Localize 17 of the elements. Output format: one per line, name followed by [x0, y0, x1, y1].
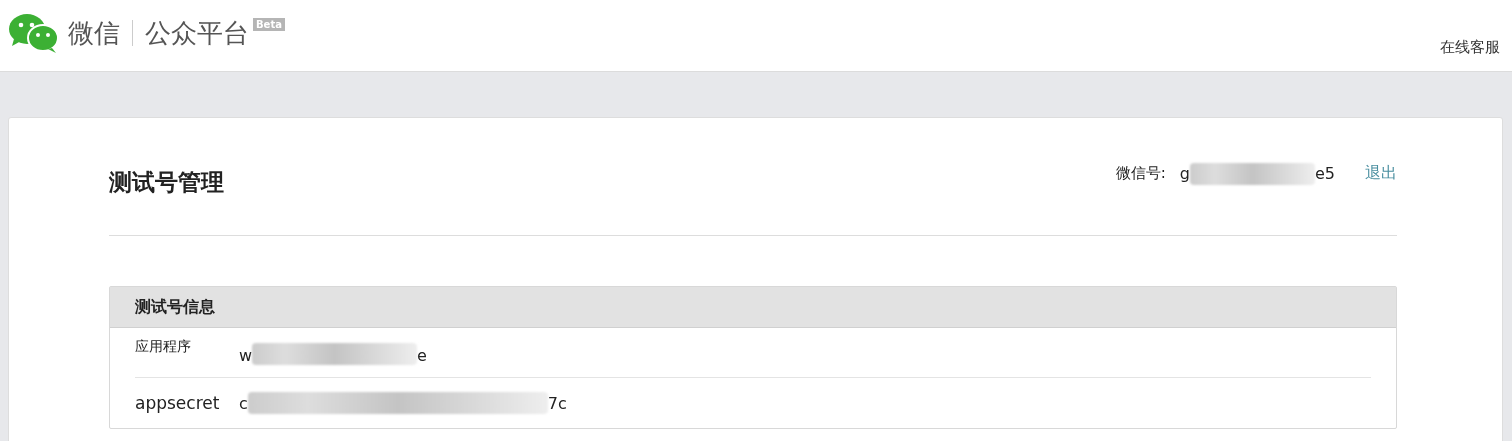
field-label: appsecret — [135, 393, 221, 413]
page-title: 测试号管理 — [109, 168, 224, 197]
panel-title: 测试号信息 — [135, 296, 215, 318]
customer-service-link[interactable]: 在线客服 — [1440, 38, 1500, 57]
account-label: 微信号: — [1115, 164, 1166, 183]
field-value-start: w — [239, 346, 253, 365]
field-value-start: c — [239, 393, 248, 413]
brand-name: 微信 — [68, 16, 120, 50]
field-value-end: 7c — [547, 393, 567, 413]
logout-link[interactable]: 退出 — [1365, 163, 1397, 184]
field-value-end: e — [417, 346, 427, 365]
beta-badge: Beta — [253, 18, 285, 31]
account-value-start: g — [1179, 164, 1190, 183]
chat-bubbles-icon — [8, 13, 60, 53]
field-label: 应用程序 — [135, 338, 192, 356]
product-name: 公众平台 — [145, 16, 249, 50]
account-value-end: e5 — [1314, 164, 1335, 183]
